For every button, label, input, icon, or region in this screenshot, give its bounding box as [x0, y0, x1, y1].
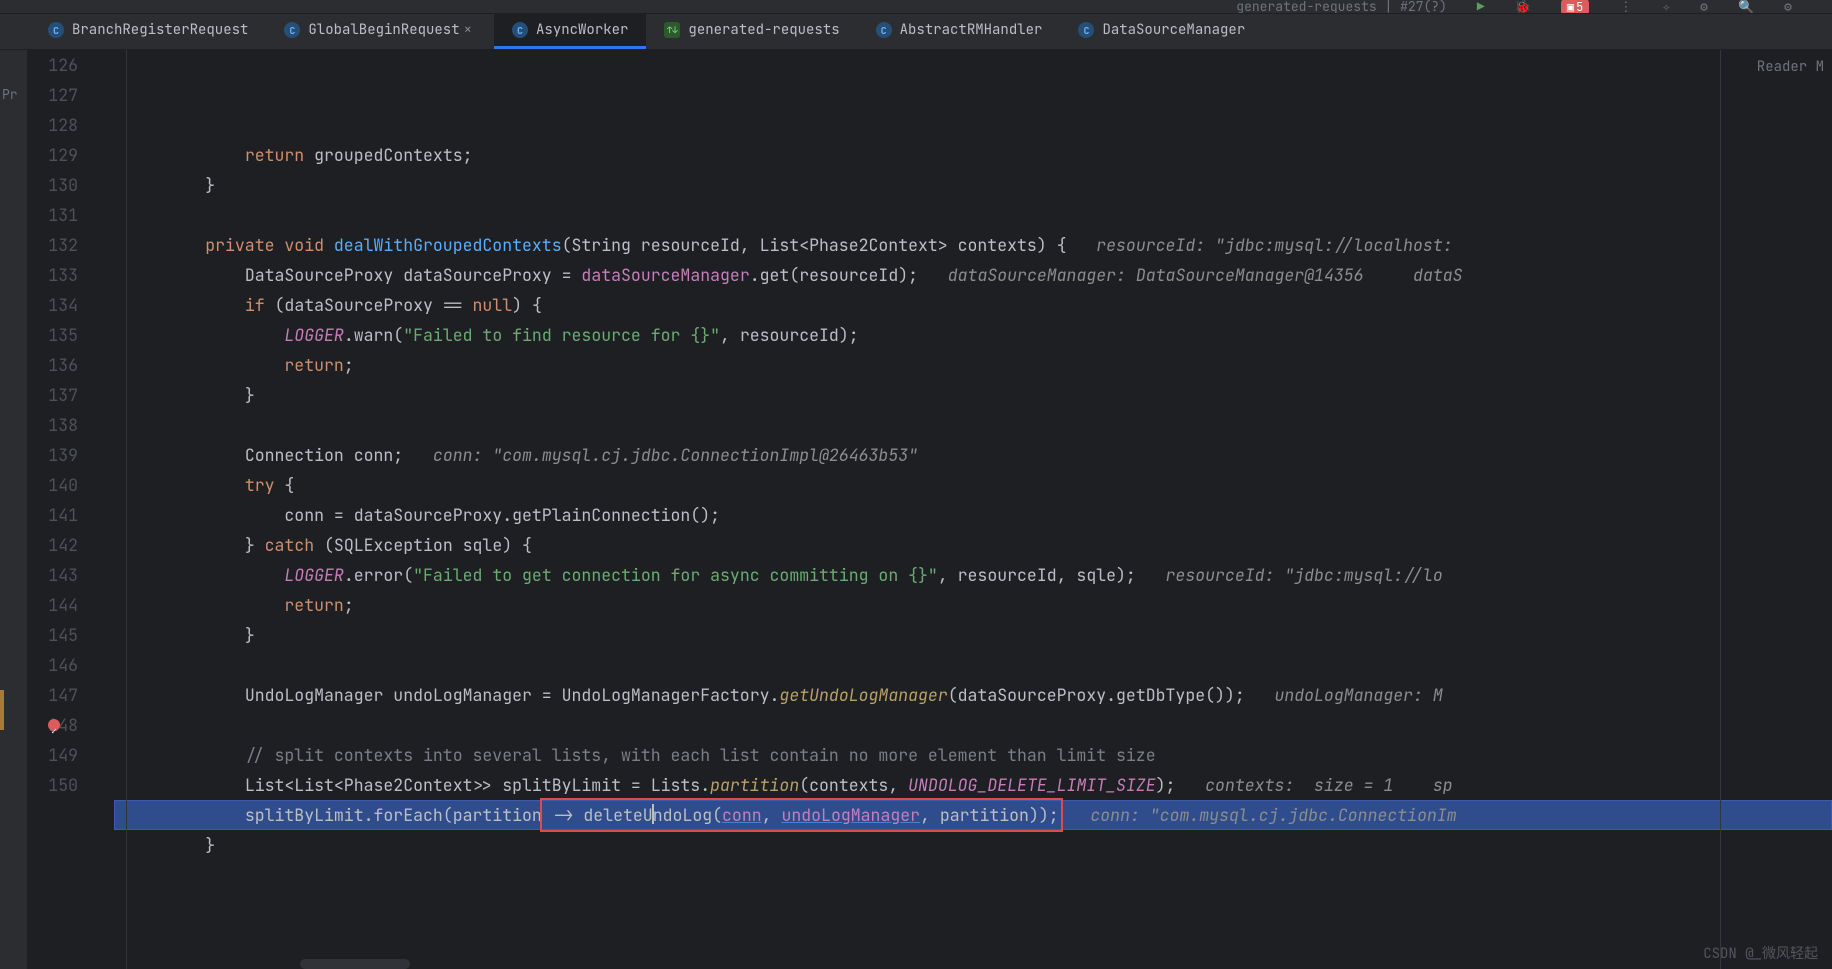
code-line[interactable]: LOGGER.error("Failed to get connection f…: [114, 560, 1832, 590]
line-number[interactable]: 148: [28, 710, 100, 740]
line-number[interactable]: 132: [28, 230, 100, 260]
tab-globalbeginrequest[interactable]: C GlobalBeginRequest×: [266, 14, 494, 49]
code-line[interactable]: [114, 710, 1832, 740]
line-number[interactable]: 138: [28, 410, 100, 440]
code-line[interactable]: } catch (SQLException sqle) {: [114, 530, 1832, 560]
run-icon[interactable]: ▶: [1477, 0, 1485, 14]
tab-label: GlobalBeginRequest: [308, 21, 459, 39]
reader-mode-label[interactable]: Reader M: [1757, 58, 1824, 76]
settings-icon[interactable]: ⚙: [1784, 0, 1792, 14]
editor-tabs: C BranchRegisterRequest C GlobalBeginReques…: [0, 14, 1832, 50]
line-number[interactable]: 139: [28, 440, 100, 470]
line-number[interactable]: 145: [28, 620, 100, 650]
tab-label: BranchRegisterRequest: [72, 21, 248, 39]
debug-icon[interactable]: 🐞: [1515, 0, 1531, 14]
code-editor[interactable]: 1261271281291301311321331341351361371381…: [28, 50, 1832, 969]
tool-window-strip: Pr: [0, 50, 28, 969]
line-number[interactable]: 128: [28, 110, 100, 140]
line-number[interactable]: 150: [28, 770, 100, 800]
horizontal-scrollbar-thumb[interactable]: [300, 959, 410, 969]
inline-hint: resourceId: "jdbc:mysql://lo: [1166, 564, 1443, 586]
tab-branchregisterrequest[interactable]: C BranchRegisterRequest: [30, 14, 266, 49]
line-number[interactable]: 126: [28, 50, 100, 80]
tab-label: generated-requests: [688, 21, 839, 39]
tab-label: AbstractRMHandler: [900, 21, 1043, 39]
class-icon: C: [512, 22, 528, 38]
run-config-label[interactable]: generated-requests | #27(?): [1236, 0, 1447, 14]
search-icon[interactable]: 🔍: [1738, 0, 1754, 14]
code-line[interactable]: private void dealWithGroupedContexts(Str…: [114, 230, 1832, 260]
code-line[interactable]: [114, 200, 1832, 230]
line-number[interactable]: 144: [28, 590, 100, 620]
inline-hint: contexts: size = 1 sp: [1205, 774, 1453, 796]
line-number[interactable]: 140: [28, 470, 100, 500]
line-number[interactable]: 129: [28, 140, 100, 170]
inline-hint: resourceId: "jdbc:mysql://localhost:: [1096, 234, 1452, 256]
code-line[interactable]: }: [114, 380, 1832, 410]
line-number[interactable]: 133: [28, 260, 100, 290]
right-margin-guide: [1720, 50, 1721, 969]
watermark-text: CSDN @_微风轻起: [1703, 943, 1818, 963]
code-line[interactable]: [114, 650, 1832, 680]
close-icon[interactable]: ×: [460, 21, 476, 39]
project-tool-label[interactable]: Pr: [2, 86, 18, 103]
line-number[interactable]: 149: [28, 740, 100, 770]
line-number[interactable]: 137: [28, 380, 100, 410]
code-line[interactable]: try {: [114, 470, 1832, 500]
http-icon: ↑↓: [664, 22, 680, 38]
tab-datasourcemanager[interactable]: C DataSourceManager: [1060, 14, 1263, 49]
line-number-gutter: 1261271281291301311321331341351361371381…: [28, 50, 114, 969]
code-line[interactable]: // split contexts into several lists, wi…: [114, 740, 1832, 770]
line-number[interactable]: 134: [28, 290, 100, 320]
class-icon: C: [284, 22, 300, 38]
inline-hint: conn: "com.mysql.cj.jdbc.ConnectionImpl@…: [433, 444, 918, 466]
code-line[interactable]: if (dataSourceProxy == null) {: [114, 290, 1832, 320]
code-line[interactable]: Connection conn; conn: "com.mysql.cj.jdb…: [114, 440, 1832, 470]
tab-generated-requests[interactable]: ↑↓ generated-requests: [646, 14, 857, 49]
line-number[interactable]: 127: [28, 80, 100, 110]
code-line[interactable]: LOGGER.warn("Failed to find resource for…: [114, 320, 1832, 350]
line-number[interactable]: 136: [28, 350, 100, 380]
line-number[interactable]: 146: [28, 650, 100, 680]
code-line[interactable]: }: [114, 620, 1832, 650]
code-area[interactable]: return groupedContexts; } private void d…: [114, 50, 1832, 969]
line-number[interactable]: 131: [28, 200, 100, 230]
line-number[interactable]: 130: [28, 170, 100, 200]
code-line[interactable]: return groupedContexts;: [114, 140, 1832, 170]
code-line[interactable]: [114, 860, 1832, 890]
tool-window-marker: [0, 690, 4, 730]
inline-hint: conn: "com.mysql.cj.jdbc.ConnectionIm: [1090, 804, 1456, 826]
code-line[interactable]: UndoLogManager undoLogManager = UndoLogM…: [114, 680, 1832, 710]
inline-hint: dataSourceManager: DataSourceManager@143…: [948, 264, 1463, 286]
tab-label: DataSourceManager: [1102, 21, 1245, 39]
class-icon: C: [876, 22, 892, 38]
ai-icon[interactable]: ⚙: [1700, 0, 1708, 14]
class-icon: C: [48, 22, 64, 38]
line-number[interactable]: 142: [28, 530, 100, 560]
class-icon: C: [1078, 22, 1094, 38]
code-line[interactable]: }: [114, 830, 1832, 860]
tab-abstractrmhandler[interactable]: C AbstractRMHandler: [858, 14, 1061, 49]
notifications-badge[interactable]: ▣ 5: [1561, 0, 1589, 14]
tab-asyncworker[interactable]: C AsyncWorker: [494, 14, 646, 49]
add-icon[interactable]: ✧: [1662, 0, 1670, 14]
code-line[interactable]: }: [114, 170, 1832, 200]
line-number[interactable]: 143: [28, 560, 100, 590]
more-icon[interactable]: ⋮: [1619, 0, 1632, 14]
line-number[interactable]: 147: [28, 680, 100, 710]
code-line[interactable]: return;: [114, 590, 1832, 620]
code-line[interactable]: splitByLimit.forEach(partition -> delete…: [114, 800, 1832, 830]
line-number[interactable]: 135: [28, 320, 100, 350]
code-line[interactable]: DataSourceProxy dataSourceProxy = dataSo…: [114, 260, 1832, 290]
line-number[interactable]: 141: [28, 500, 100, 530]
code-line[interactable]: return;: [114, 350, 1832, 380]
main-toolbar: generated-requests | #27(?) ▶ 🐞 ▣ 5 ⋮ ✧ …: [0, 0, 1832, 14]
code-line[interactable]: [114, 410, 1832, 440]
code-line[interactable]: conn = dataSourceProxy.getPlainConnectio…: [114, 500, 1832, 530]
inline-hint: undoLogManager: M: [1274, 684, 1442, 706]
code-line[interactable]: List<List<Phase2Context>> splitByLimit =…: [114, 770, 1832, 800]
tab-label: AsyncWorker: [536, 21, 628, 39]
